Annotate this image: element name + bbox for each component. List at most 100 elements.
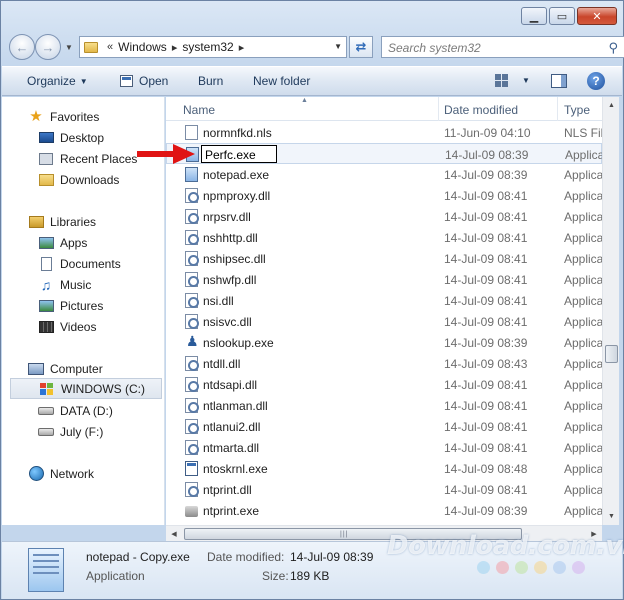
chevron-right-icon[interactable]: ▸	[172, 41, 178, 54]
nav-videos-label: Videos	[60, 319, 97, 334]
file-name: ntdll.dll	[203, 357, 241, 371]
file-date: 11-Jun-09 04:10	[444, 126, 531, 140]
file-type: Application	[564, 315, 602, 329]
address-bar[interactable]: « Windows ▸ system32 ▸ ▼	[79, 36, 347, 58]
watermark-dot	[515, 561, 528, 574]
nav-videos[interactable]: Videos	[2, 316, 165, 337]
file-row[interactable]: nshipsec.dll 14-Jul-09 08:41 Application	[166, 248, 602, 269]
scroll-left-icon[interactable]: ◀	[166, 526, 182, 542]
dll-icon	[185, 482, 199, 497]
removable-drive-icon	[38, 427, 54, 436]
open-label: Open	[139, 74, 169, 88]
arrow-right-icon: →	[41, 39, 55, 55]
watermark-logo: Download.com.vn	[387, 531, 624, 561]
file-name: ntprint.dll	[203, 483, 252, 497]
address-dropdown-icon[interactable]: ▼	[334, 42, 342, 51]
file-row[interactable]: ntdll.dll 14-Jul-09 08:43 Application	[166, 353, 602, 374]
scroll-up-icon[interactable]: ▲	[603, 97, 620, 114]
file-type: Application	[565, 148, 602, 162]
file-row[interactable]: ntmarta.dll 14-Jul-09 08:41 Application	[166, 437, 602, 458]
file-row[interactable]: ntlanui2.dll 14-Jul-09 08:41 Application	[166, 416, 602, 437]
file-name: normnfkd.nls	[203, 126, 272, 140]
window-app-icon	[185, 461, 198, 476]
file-name: nsi.dll	[203, 294, 234, 308]
vertical-scroll-thumb[interactable]	[605, 345, 618, 363]
search-icon[interactable]: ⚲	[608, 40, 618, 56]
file-row[interactable]: nshhttp.dll 14-Jul-09 08:41 Application	[166, 227, 602, 248]
file-row[interactable]: nrpsrv.dll 14-Jul-09 08:41 Application	[166, 206, 602, 227]
file-row[interactable]: ntprint.dll 14-Jul-09 08:41 Application	[166, 479, 602, 500]
blank-file-icon	[185, 125, 198, 140]
nav-downloads[interactable]: Downloads	[2, 169, 165, 190]
file-row[interactable]: ntlanman.dll 14-Jul-09 08:41 Application	[166, 395, 602, 416]
file-row[interactable]: notepad.exe 14-Jul-09 08:39 Application	[166, 164, 602, 185]
nav-drive-d[interactable]: DATA (D:)	[2, 400, 165, 421]
preview-pane-icon[interactable]	[551, 74, 567, 88]
file-date: 14-Jul-09 08:41	[444, 420, 528, 434]
forward-button[interactable]: →	[35, 34, 61, 60]
vertical-scrollbar[interactable]: ▲ ▼	[602, 97, 619, 525]
dll-icon	[185, 314, 199, 329]
open-button[interactable]: Open	[120, 74, 168, 88]
burn-button[interactable]: Burn	[198, 74, 223, 88]
nav-documents[interactable]: Documents	[2, 253, 165, 274]
nav-drive-c[interactable]: WINDOWS (C:)	[10, 378, 162, 399]
file-row[interactable]: nslookup.exe 14-Jul-09 08:39 Application	[166, 332, 602, 353]
file-type: Application	[564, 210, 602, 224]
organize-button[interactable]: Organize ▼	[27, 74, 88, 88]
nav-computer[interactable]: Computer	[2, 358, 165, 379]
new-folder-button[interactable]: New folder	[253, 74, 310, 88]
file-name: nshipsec.dll	[203, 252, 266, 266]
music-note-icon: ♫	[40, 276, 52, 293]
open-app-icon	[120, 75, 133, 87]
change-view-icon[interactable]	[495, 74, 509, 87]
scroll-down-icon[interactable]: ▼	[603, 508, 620, 525]
breadcrumb-system32[interactable]: system32	[182, 40, 233, 54]
pictures-icon	[38, 299, 54, 312]
file-date: 14-Jul-09 08:41	[444, 252, 528, 266]
column-header-name[interactable]: Name	[183, 103, 215, 117]
computer-icon	[28, 362, 44, 375]
recent-pages-dropdown[interactable]: ▼	[65, 43, 73, 52]
file-date: 14-Jul-09 08:41	[444, 483, 528, 497]
nav-network[interactable]: Network	[2, 463, 165, 484]
nav-libraries[interactable]: Libraries	[2, 211, 165, 232]
caption-buttons: ▁ ▭ ✕	[521, 7, 617, 25]
nav-music[interactable]: ♫ Music	[2, 274, 165, 295]
nav-favorites[interactable]: ★ Favorites	[2, 106, 165, 127]
nav-pictures[interactable]: Pictures	[2, 295, 165, 316]
search-input[interactable]: Search system32 ⚲	[381, 36, 624, 58]
file-row[interactable]: ntdsapi.dll 14-Jul-09 08:41 Application	[166, 374, 602, 395]
minimize-button[interactable]: ▁	[521, 7, 547, 25]
arrow-left-icon: ←	[15, 39, 29, 55]
file-row[interactable]: ntoskrnl.exe 14-Jul-09 08:48 Application	[166, 458, 602, 479]
column-header-date[interactable]: Date modified	[444, 103, 518, 117]
column-header-type[interactable]: Type	[564, 103, 590, 117]
chevron-down-icon: ▼	[79, 76, 88, 86]
hard-drive-icon	[38, 406, 54, 415]
notepad-icon	[185, 167, 198, 182]
maximize-button[interactable]: ▭	[549, 7, 575, 25]
file-row[interactable]: npmproxy.dll 14-Jul-09 08:41 Application	[166, 185, 602, 206]
refresh-button[interactable]: ⇄	[349, 36, 373, 58]
file-row-renaming[interactable]: Perfc.exe 14-Jul-09 08:39 Application	[166, 143, 602, 164]
nav-apps[interactable]: Apps	[2, 232, 165, 253]
dll-icon	[185, 209, 199, 224]
file-name: ntdsapi.dll	[203, 378, 258, 392]
file-row[interactable]: nshwfp.dll 14-Jul-09 08:41 Application	[166, 269, 602, 290]
watermark-dot	[572, 561, 585, 574]
view-options-dropdown[interactable]: ▼	[522, 76, 530, 85]
rename-input[interactable]: Perfc.exe	[201, 145, 277, 163]
close-button[interactable]: ✕	[577, 7, 617, 25]
file-row[interactable]: nsisvc.dll 14-Jul-09 08:41 Application	[166, 311, 602, 332]
back-button[interactable]: ←	[9, 34, 35, 60]
file-row[interactable]: nsi.dll 14-Jul-09 08:41 Application	[166, 290, 602, 311]
file-row[interactable]: ntprint.exe 14-Jul-09 08:39 Application	[166, 500, 602, 521]
file-row[interactable]: normnfkd.nls 11-Jun-09 04:10 NLS File	[166, 122, 602, 143]
help-icon[interactable]: ?	[587, 72, 605, 90]
breadcrumb-overflow[interactable]: «	[107, 41, 113, 53]
chevron-right-icon[interactable]: ▸	[239, 41, 245, 54]
breadcrumb-windows[interactable]: Windows	[118, 40, 167, 54]
nav-drive-f[interactable]: July (F:)	[2, 421, 165, 442]
dll-icon	[185, 188, 199, 203]
